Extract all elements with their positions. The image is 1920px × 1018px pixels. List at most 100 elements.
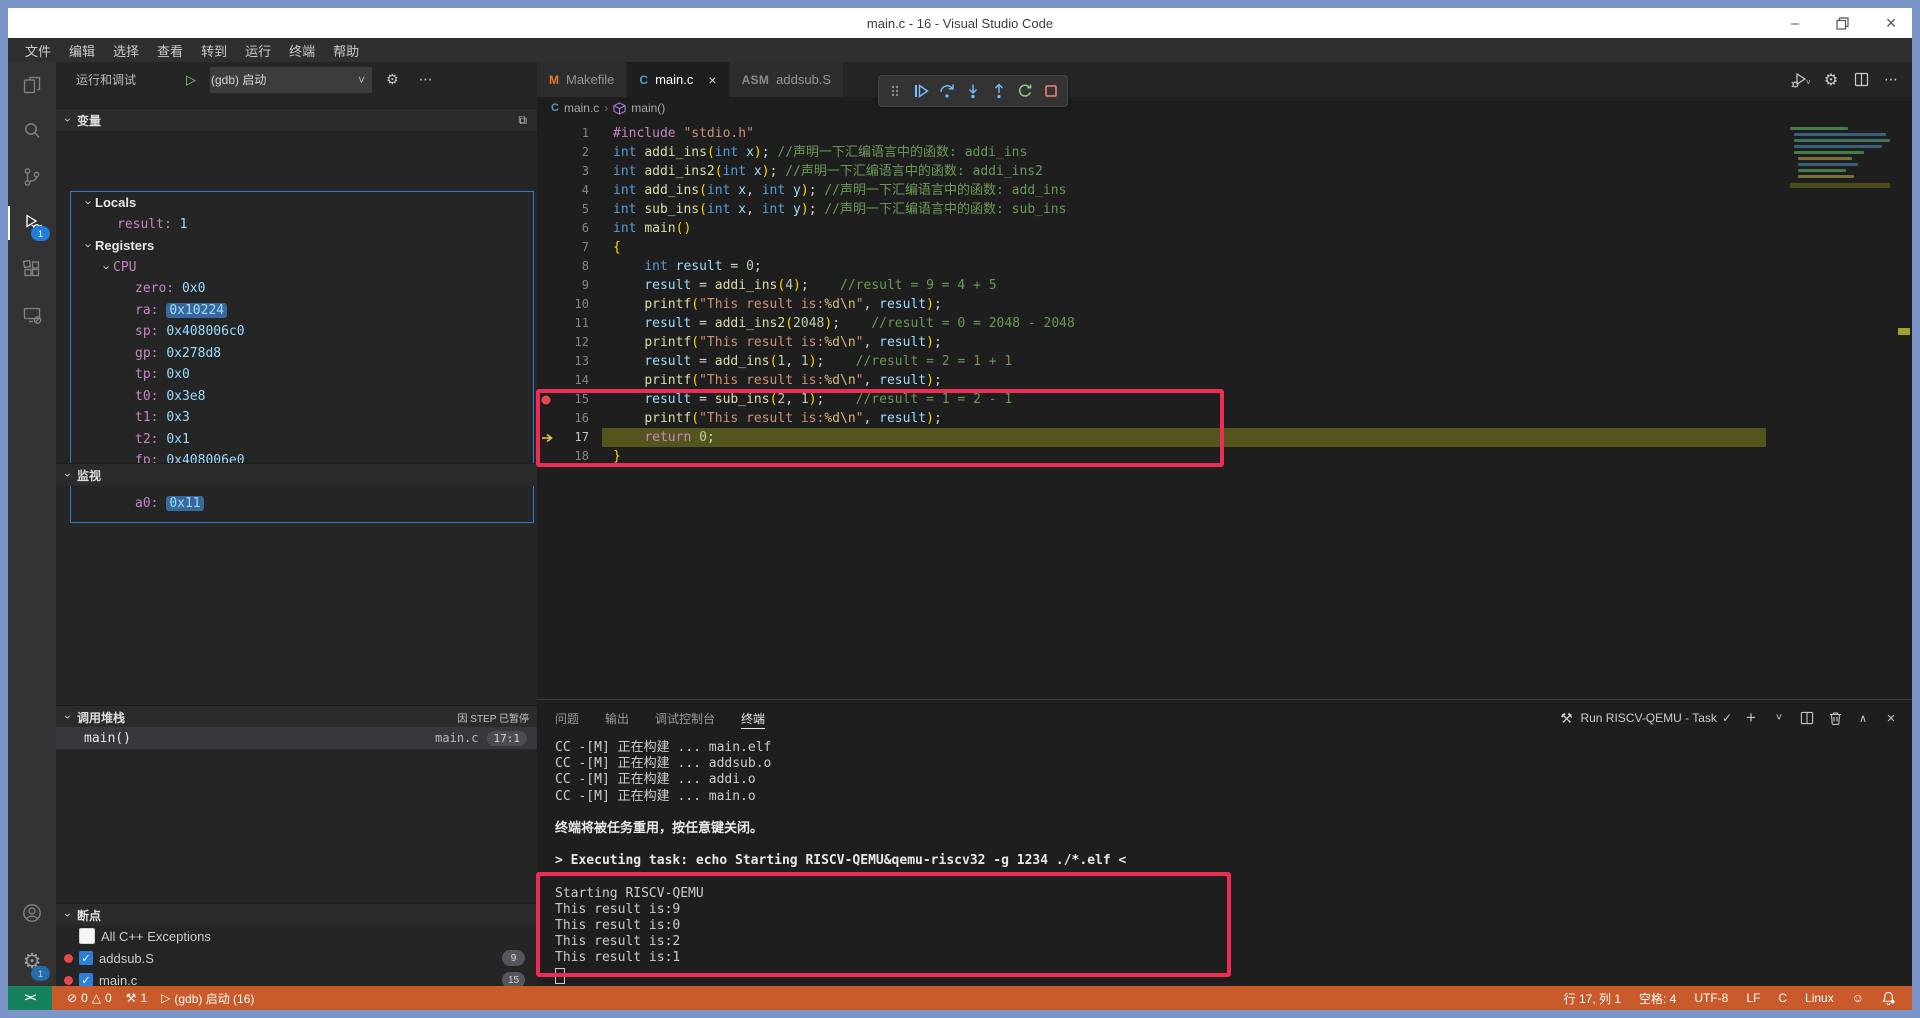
gutter[interactable]: 9 bbox=[537, 276, 602, 295]
menu-item-转到[interactable]: 转到 bbox=[192, 38, 236, 62]
gutter[interactable]: 8 bbox=[537, 257, 602, 276]
minimize-icon[interactable]: – bbox=[1788, 15, 1802, 32]
panel-tab-输出[interactable]: 输出 bbox=[605, 700, 629, 736]
tab-main.c[interactable]: Cmain.c× bbox=[627, 62, 729, 97]
register-row[interactable]: t0: 0x3e8 bbox=[71, 386, 533, 408]
gutter[interactable]: 11 bbox=[537, 314, 602, 333]
gutter[interactable]: 3 bbox=[537, 162, 602, 181]
breakpoint-row[interactable]: ✓addsub.S9 bbox=[56, 947, 537, 969]
stack-frame-row[interactable]: main() main.c 17:1 bbox=[56, 727, 537, 749]
run-debug-icon[interactable]: 1 bbox=[8, 200, 56, 246]
encoding-status[interactable]: UTF-8 bbox=[1687, 991, 1735, 1005]
more-actions-icon[interactable]: ⋯ bbox=[1878, 67, 1904, 93]
minimap[interactable] bbox=[1790, 125, 1894, 189]
scope-cpu[interactable]: ›CPU bbox=[71, 257, 533, 279]
start-debug-icon[interactable]: ▷ bbox=[180, 72, 202, 88]
breakpoint-checkbox[interactable] bbox=[79, 928, 95, 944]
indentation-status[interactable]: 空格: 4 bbox=[1632, 990, 1683, 1007]
restore-icon[interactable] bbox=[1836, 17, 1850, 30]
debug-settings-gear-icon[interactable]: ⚙ bbox=[380, 71, 405, 88]
remote-explorer-icon[interactable] bbox=[8, 292, 56, 338]
terminal[interactable]: CC -[M] 正在构建 ... main.elfCC -[M] 正在构建 ..… bbox=[537, 736, 1912, 986]
gutter[interactable]: 16 bbox=[537, 409, 602, 428]
open-panel-icon[interactable]: ⧉ bbox=[518, 113, 537, 128]
extensions-icon[interactable] bbox=[8, 246, 56, 292]
terminal-task-label[interactable]: ⚒ Run RISCV-QEMU - Task ✓ bbox=[1557, 710, 1732, 727]
gripper-icon[interactable] bbox=[883, 79, 907, 103]
scope-locals[interactable]: ›Locals bbox=[71, 192, 533, 214]
maximize-panel-icon[interactable]: ∧ bbox=[1854, 712, 1872, 725]
menu-item-帮助[interactable]: 帮助 bbox=[324, 38, 368, 62]
accounts-icon[interactable] bbox=[8, 890, 56, 936]
close-icon[interactable]: × bbox=[1884, 13, 1898, 34]
os-status[interactable]: Linux bbox=[1798, 991, 1841, 1005]
watch-section-header[interactable]: › 监视 bbox=[56, 463, 537, 486]
configure-gear-icon[interactable]: ⚙ bbox=[1818, 67, 1844, 93]
problems-status[interactable]: ⊘ 0 △ 0 bbox=[60, 991, 119, 1005]
register-row[interactable]: gp: 0x278d8 bbox=[71, 343, 533, 365]
panel-tab-调试控制台[interactable]: 调试控制台 bbox=[655, 700, 715, 736]
eol-status[interactable]: LF bbox=[1739, 991, 1767, 1005]
continue-icon[interactable] bbox=[909, 79, 933, 103]
gutter[interactable]: 15 bbox=[537, 390, 602, 409]
menu-item-文件[interactable]: 文件 bbox=[16, 38, 60, 62]
close-tab-icon[interactable]: × bbox=[708, 72, 716, 88]
feedback-icon[interactable]: ☺ bbox=[1845, 991, 1871, 1005]
stop-icon[interactable] bbox=[1039, 79, 1063, 103]
explorer-icon[interactable] bbox=[8, 62, 56, 108]
menu-item-编辑[interactable]: 编辑 bbox=[60, 38, 104, 62]
new-terminal-icon[interactable]: + bbox=[1742, 708, 1760, 728]
tab-Makefile[interactable]: MMakefile bbox=[537, 62, 627, 97]
gutter[interactable]: 17 bbox=[537, 428, 602, 447]
register-row[interactable]: tp: 0x0 bbox=[71, 364, 533, 386]
panel-tab-问题[interactable]: 问题 bbox=[555, 700, 579, 736]
terminal-dropdown-icon[interactable]: ˅ bbox=[1770, 712, 1788, 724]
breakpoint-row[interactable]: All C++ Exceptions bbox=[56, 925, 537, 947]
gutter[interactable]: 2 bbox=[537, 143, 602, 162]
variable-row[interactable]: result: 1 bbox=[71, 214, 533, 236]
panel-tab-终端[interactable]: 终端 bbox=[741, 700, 765, 736]
scope-registers[interactable]: ›Registers bbox=[71, 235, 533, 257]
breakpoint-checkbox[interactable]: ✓ bbox=[79, 951, 93, 965]
gutter[interactable]: 6 bbox=[537, 219, 602, 238]
breadcrumb[interactable]: C main.c › main() bbox=[537, 97, 1912, 119]
breakpoint-checkbox[interactable]: ✓ bbox=[79, 973, 93, 986]
breakpoint-dot-icon[interactable] bbox=[541, 395, 551, 405]
tab-addsub.S[interactable]: ASMaddsub.S bbox=[730, 62, 845, 97]
split-editor-icon[interactable] bbox=[1848, 67, 1874, 93]
gutter[interactable]: 14 bbox=[537, 371, 602, 390]
cursor-position-status[interactable]: 行 17, 列 1 bbox=[1557, 990, 1628, 1007]
settings-gear-icon[interactable]: ⚙ 1 bbox=[8, 936, 56, 986]
breakpoint-row[interactable]: ✓main.c15 bbox=[56, 969, 537, 986]
gutter[interactable]: 10 bbox=[537, 295, 602, 314]
register-row[interactable]: ra: 0x10224 bbox=[71, 300, 533, 322]
step-over-icon[interactable] bbox=[935, 79, 959, 103]
debug-session-status[interactable]: ▷ (gdb) 启动 (16) bbox=[154, 990, 261, 1007]
step-out-icon[interactable] bbox=[987, 79, 1011, 103]
restart-icon[interactable] bbox=[1013, 79, 1037, 103]
variables-section-header[interactable]: › 变量 ⧉ bbox=[56, 108, 537, 131]
menu-item-终端[interactable]: 终端 bbox=[280, 38, 324, 62]
close-panel-icon[interactable]: × bbox=[1882, 710, 1900, 727]
code-editor[interactable]: 1#include "stdio.h"2int addi_ins(int x);… bbox=[537, 119, 1912, 699]
gutter[interactable]: 12 bbox=[537, 333, 602, 352]
gutter[interactable]: 1 bbox=[537, 124, 602, 143]
run-or-debug-icon[interactable]: ˅ bbox=[1788, 67, 1814, 93]
notifications-bell-icon[interactable] bbox=[1875, 991, 1902, 1005]
call-stack-section-header[interactable]: › 调用堆栈 因 STEP 已暂停 bbox=[56, 705, 537, 728]
breakpoints-section-header[interactable]: › 断点 bbox=[56, 903, 537, 926]
remote-indicator[interactable]: >< bbox=[8, 986, 52, 1010]
register-row[interactable]: zero: 0x0 bbox=[71, 278, 533, 300]
tasks-status[interactable]: ⚒ 1 bbox=[119, 991, 154, 1005]
gutter[interactable]: 4 bbox=[537, 181, 602, 200]
debug-config-select[interactable]: (gdb) 启动 ˅ bbox=[210, 67, 372, 93]
gutter[interactable]: 18 bbox=[537, 447, 602, 466]
search-icon[interactable] bbox=[8, 108, 56, 154]
register-row[interactable]: t1: 0x3 bbox=[71, 407, 533, 429]
gutter[interactable]: 7 bbox=[537, 238, 602, 257]
language-status[interactable]: C bbox=[1771, 991, 1794, 1005]
register-row[interactable]: t2: 0x1 bbox=[71, 429, 533, 451]
menu-item-运行[interactable]: 运行 bbox=[236, 38, 280, 62]
menu-item-选择[interactable]: 选择 bbox=[104, 38, 148, 62]
menu-item-查看[interactable]: 查看 bbox=[148, 38, 192, 62]
